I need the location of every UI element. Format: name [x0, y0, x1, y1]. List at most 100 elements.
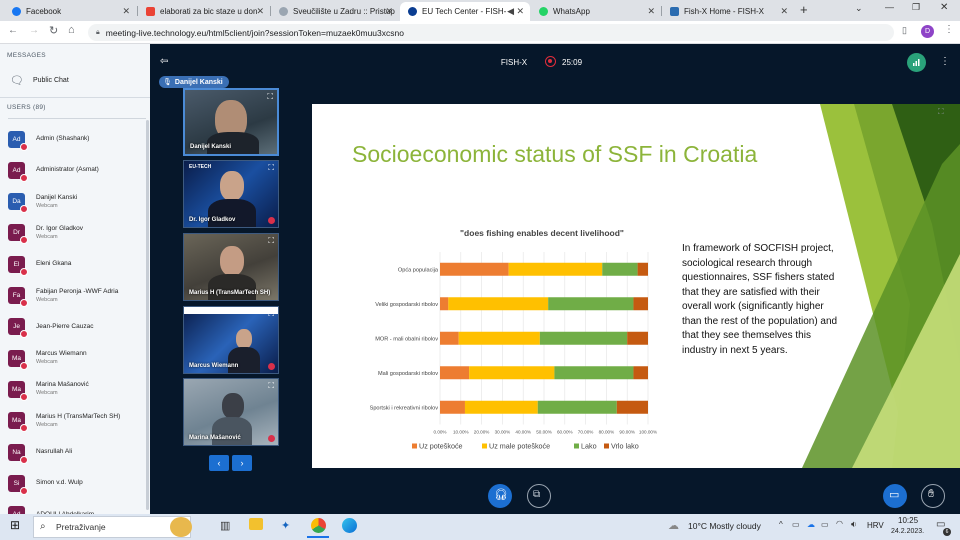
minimize-button[interactable]: — — [885, 2, 894, 12]
video-tile[interactable]: ⛶ Marcus Wiemann — [183, 306, 279, 374]
tab-eu-tech-center[interactable]: EU Tech Center - FISH- ◀ ✕ — [400, 2, 530, 21]
close-icon[interactable]: ✕ — [385, 6, 393, 17]
user-status-icon — [20, 486, 28, 495]
tab-search-chevron-icon[interactable]: ⌄ — [855, 3, 863, 14]
chrome-icon[interactable] — [311, 518, 326, 533]
facebook-icon — [12, 7, 21, 16]
kebab-menu-icon[interactable]: ⋮ — [944, 24, 954, 35]
file-explorer-icon[interactable] — [249, 518, 263, 530]
reload-icon[interactable]: ↻ — [49, 24, 58, 37]
recording-timer: 25:09 — [562, 58, 583, 67]
meet-icon[interactable]: ▭ — [792, 520, 800, 529]
home-icon[interactable]: ⌂ — [68, 24, 75, 36]
clock-date[interactable]: 24.2.2023. — [891, 528, 924, 535]
tab-unizd[interactable]: Sveučilište u Zadru :: Pristup ✕ — [271, 2, 399, 21]
user-initials: Ad — [12, 135, 21, 143]
close-icon[interactable]: ✕ — [122, 6, 130, 17]
weather-text[interactable]: 10°C Mostly cloudy — [688, 521, 761, 531]
user-list-item[interactable]: Dr Dr. Igor Gladkov Webcam — [8, 220, 146, 246]
public-chat-item[interactable]: 🗨︎ Public Chat — [10, 74, 69, 87]
fullscreen-icon[interactable]: ⛶ — [938, 107, 944, 117]
video-logo: EU-TECH — [189, 164, 212, 170]
raise-hand-button[interactable]: ✋︎ — [921, 484, 945, 508]
webcam-toggle-button[interactable]: ⧉ — [527, 484, 551, 508]
audio-headphones-button[interactable]: 🎧︎ — [488, 484, 512, 508]
hand-icon: ✋︎ — [928, 488, 935, 500]
profile-avatar[interactable]: D — [921, 25, 934, 38]
new-tab-button[interactable]: + — [800, 2, 808, 17]
user-name: Danijel Kanski — [36, 193, 78, 201]
leave-user-list-icon[interactable]: ⇦ — [160, 56, 168, 67]
user-name: Dr. Igor Gladkov — [36, 224, 83, 232]
video-next-page-button[interactable]: › — [232, 455, 252, 471]
tab-label: elaborati za bic staze u don — [160, 7, 258, 16]
maximize-button[interactable]: ❐ — [912, 2, 920, 13]
user-list-item[interactable]: Je Jean-Pierre Cauzac — [8, 314, 146, 340]
bar-segment — [440, 366, 470, 380]
tray-chevron-icon[interactable]: ^ — [779, 520, 783, 529]
user-initials: Si — [13, 479, 20, 487]
sidebar-scrollbar[interactable] — [146, 120, 149, 510]
language-indicator[interactable]: HRV — [867, 521, 884, 530]
back-arrow-icon[interactable]: ← — [8, 25, 18, 36]
tab-fish-x-home[interactable]: Fish-X Home - FISH-X ✕ — [662, 2, 794, 21]
user-list-item[interactable]: Ma Marcus Wiemann Webcam — [8, 345, 146, 371]
url-bar[interactable]: 🔒︎ meeting-live.technology.eu/html5clien… — [88, 24, 894, 41]
connection-status-icon[interactable] — [907, 53, 926, 72]
forward-arrow-icon[interactable]: → — [29, 25, 39, 36]
presentation-toggle-button[interactable]: ▭ — [883, 484, 907, 508]
user-initials: Na — [12, 448, 21, 456]
sidepanel-icon[interactable]: ▯ — [902, 25, 907, 36]
user-list-item[interactable]: Da Danijel Kanski Webcam — [8, 189, 146, 215]
headphones-icon: 🎧︎ — [494, 489, 508, 501]
user-list-item[interactable]: Fa Fabijan Peronja -WWF Adria Webcam — [8, 283, 146, 309]
clock-time[interactable]: 10:25 — [898, 516, 918, 525]
close-icon[interactable]: ✕ — [647, 6, 655, 17]
recording-icon[interactable] — [545, 56, 556, 67]
edge-icon[interactable] — [342, 518, 357, 533]
user-status-icon — [20, 424, 28, 433]
task-view-icon[interactable]: ▥ — [220, 519, 230, 532]
expand-icon[interactable]: ⛶ — [268, 236, 274, 246]
battery-icon[interactable]: ▭ — [821, 520, 829, 529]
user-list-item[interactable]: Na Nasrullah Ali — [8, 439, 146, 465]
user-list-item[interactable]: Ad Administrator (Asmat) — [8, 157, 146, 183]
tab-gmail[interactable]: elaborati za bic staze u don ✕ — [138, 2, 270, 21]
user-list-item[interactable]: Ma Marina Mašanović Webcam — [8, 376, 146, 402]
user-list-item[interactable]: Ad Admin (Shashank) — [8, 126, 146, 152]
video-tile[interactable]: EU-TECH ⛶ Dr. Igor Gladkov — [183, 160, 279, 228]
tab-facebook[interactable]: Facebook ✕ — [4, 2, 136, 21]
expand-icon[interactable]: ⛶ — [267, 92, 273, 102]
person-face — [220, 171, 244, 201]
close-icon[interactable]: ✕ — [516, 6, 524, 17]
close-icon[interactable]: ✕ — [256, 6, 264, 17]
user-list-item[interactable]: Si Simon v.d. Wulp — [8, 470, 146, 496]
tab-whatsapp[interactable]: WhatsApp ✕ — [531, 2, 661, 21]
user-status-icon — [20, 299, 28, 307]
expand-icon[interactable]: ⛶ — [268, 309, 274, 319]
cloud-icon: ☁ — [668, 520, 679, 532]
user-avatar: Si — [8, 474, 28, 495]
pinned-app-icon[interactable]: ✦ — [281, 519, 290, 532]
speaker-icon[interactable]: ◀ — [507, 6, 514, 17]
window-close-button[interactable]: ✕ — [940, 2, 948, 13]
expand-icon[interactable]: ⛶ — [268, 381, 274, 391]
taskbar-search[interactable]: ⌕ Pretraživanje — [33, 516, 191, 538]
video-tile[interactable]: ⛶ Marius H (TransMarTech SH) — [183, 233, 279, 301]
muted-mic-icon — [268, 435, 275, 442]
video-prev-page-button[interactable]: ‹ — [209, 455, 229, 471]
video-tile[interactable]: ⛶ Marina Mašanović — [183, 378, 279, 446]
bar-segment — [637, 262, 648, 276]
windows-start-icon[interactable]: ⊞ — [10, 518, 20, 532]
expand-icon[interactable]: ⛶ — [268, 163, 274, 173]
user-webcam-status: Webcam — [36, 202, 58, 209]
category-label: Veliki gospodarski ribolov — [375, 302, 438, 308]
user-list-item[interactable]: Ma Marius H (TransMarTech SH) Webcam — [8, 408, 146, 434]
volume-icon[interactable]: 🔉︎ — [851, 519, 857, 530]
wifi-icon[interactable]: ◠ — [836, 519, 843, 528]
close-icon[interactable]: ✕ — [780, 6, 788, 17]
options-menu-icon[interactable]: ⋮ — [940, 56, 950, 67]
user-list-item[interactable]: El Eleni Gkana — [8, 251, 146, 277]
video-tile[interactable]: ⛶ Danijel Kanski — [183, 88, 279, 156]
onedrive-icon[interactable]: ☁ — [807, 520, 815, 529]
